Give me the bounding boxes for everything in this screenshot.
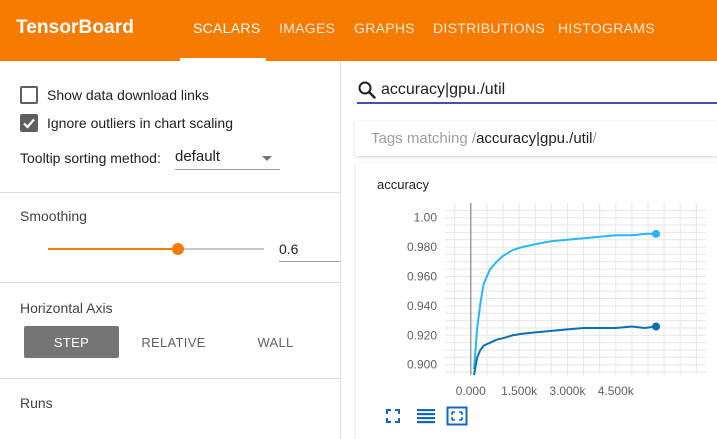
tab-histograms[interactable]: HISTOGRAMS <box>558 20 655 36</box>
chart-card-accuracy: accuracy 1.00 0.980 0.960 0.940 0.920 0.900 0.… <box>356 163 717 439</box>
checkmark-icon <box>23 118 35 129</box>
series-end-point-1 <box>652 322 661 331</box>
x-tick-label: 0.000 <box>456 384 486 398</box>
checkbox-unchecked[interactable] <box>20 86 38 104</box>
top-app-bar: TensorBoard SCALARS IMAGES GRAPHS DISTRI… <box>0 0 717 61</box>
smoothing-input[interactable]: 0.6 <box>279 239 340 262</box>
divider <box>0 282 340 283</box>
y-tick-label: 0.960 <box>407 270 437 284</box>
series-line-1 <box>473 325 657 376</box>
tooltip-sort-dropdown[interactable]: default <box>175 146 280 170</box>
smoothing-slider[interactable] <box>48 243 264 255</box>
tooltip-sort-value: default <box>175 148 221 165</box>
tags-matching-line: Tags matching /accuracy|gpu./util/ <box>371 130 597 147</box>
tooltip-sort-label: Tooltip sorting method: <box>20 150 161 166</box>
tag-filter-input[interactable]: accuracy|gpu./util <box>357 77 717 104</box>
sidebar: Show data download links Ignore outliers… <box>0 61 340 439</box>
checkbox-checked[interactable] <box>20 114 38 132</box>
y-tick-label: 0.940 <box>407 299 437 313</box>
series-end-point-0 <box>652 229 661 238</box>
horizontal-axis-title: Horizontal Axis <box>20 300 113 316</box>
search-value: accuracy|gpu./util <box>381 81 506 98</box>
accuracy-chart[interactable]: 1.00 0.980 0.960 0.940 0.920 0.900 0.000 1.500k… <box>356 163 717 403</box>
checkbox-label: Show data download links <box>47 87 209 103</box>
axis-wall-button[interactable]: WALL <box>228 326 323 358</box>
sidebar-border <box>340 61 341 439</box>
y-tick-label: 0.900 <box>407 358 437 372</box>
tab-scalars[interactable]: SCALARS <box>193 20 260 36</box>
x-tick-label: 3.000k <box>549 384 586 398</box>
tags-suffix: / <box>592 130 597 147</box>
show-download-links-checkbox[interactable]: Show data download links <box>20 86 209 104</box>
app-title: TensorBoard <box>16 17 134 38</box>
chevron-down-icon <box>262 156 272 161</box>
tags-matching-header[interactable]: Tags matching /accuracy|gpu./util/ <box>355 121 717 156</box>
ignore-outliers-checkbox[interactable]: Ignore outliers in chart scaling <box>20 114 233 132</box>
search-icon <box>358 81 376 99</box>
divider <box>0 378 340 379</box>
checkbox-label: Ignore outliers in chart scaling <box>47 115 233 131</box>
axis-relative-button[interactable]: RELATIVE <box>126 326 221 358</box>
smoothing-title: Smoothing <box>20 208 87 224</box>
tab-distributions[interactable]: DISTRIBUTIONS <box>433 20 545 36</box>
tags-pattern: accuracy|gpu./util <box>476 130 593 147</box>
fit-domain-icon[interactable] <box>446 406 468 426</box>
runs-title: Runs <box>20 395 53 411</box>
slider-thumb[interactable] <box>171 243 184 255</box>
y-tick-label: 0.980 <box>407 240 437 254</box>
x-tick-label: 4.500k <box>598 384 635 398</box>
slider-fill <box>48 248 178 250</box>
divider <box>0 192 340 193</box>
tab-images[interactable]: IMAGES <box>279 20 335 36</box>
expand-icon[interactable] <box>385 408 401 424</box>
y-tick-label: 0.920 <box>407 328 437 342</box>
list-icon[interactable] <box>416 408 436 424</box>
x-tick-label: 1.500k <box>501 384 538 398</box>
tags-prefix: Tags matching / <box>371 130 477 147</box>
tab-graphs[interactable]: GRAPHS <box>354 20 415 36</box>
axis-step-button[interactable]: STEP <box>24 326 119 358</box>
y-tick-label: 1.00 <box>414 211 438 225</box>
